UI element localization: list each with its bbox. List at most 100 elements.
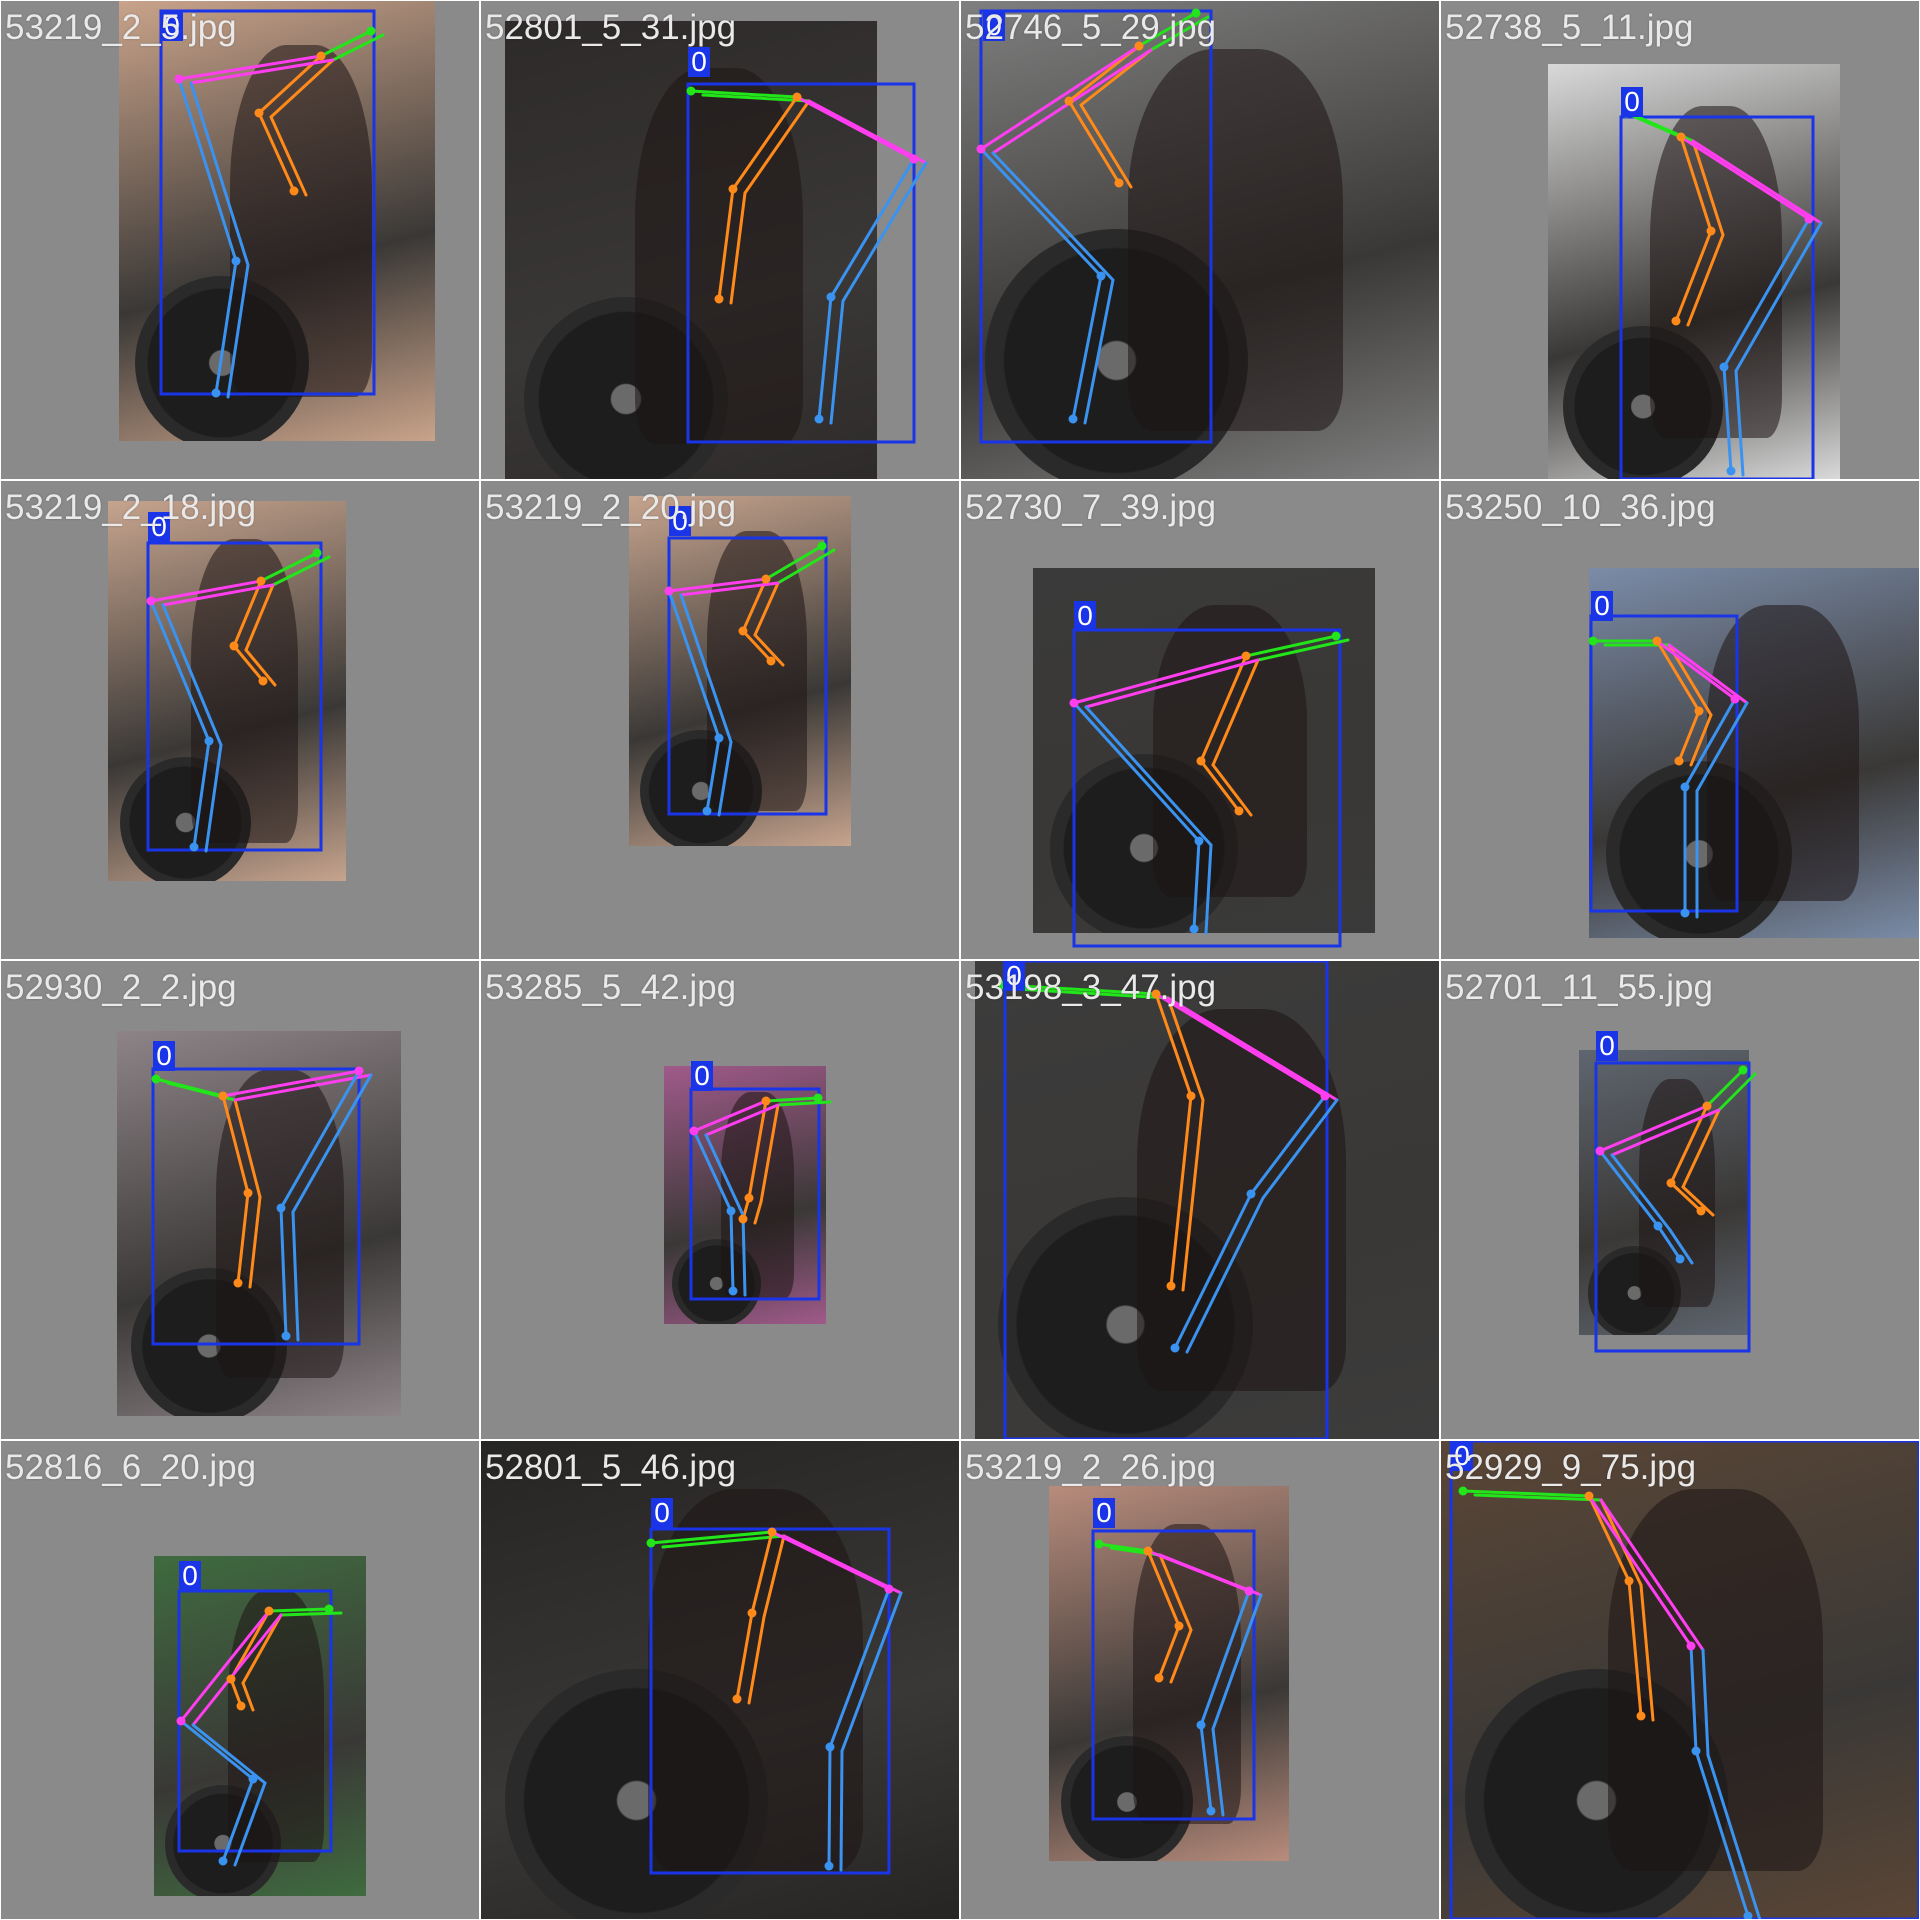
class-tag: 0 xyxy=(691,1061,713,1091)
thigh-link-pair xyxy=(1084,705,1213,847)
keypoint xyxy=(728,184,738,194)
tile-filename: 52816_6_20.jpg xyxy=(5,1448,257,1487)
torso-link-pair xyxy=(807,99,928,165)
shin-link xyxy=(192,739,211,849)
tile-filename: 53285_5_42.jpg xyxy=(485,968,737,1007)
keypoint xyxy=(1206,1806,1216,1816)
keypoint xyxy=(176,1716,186,1726)
torso-link xyxy=(795,95,916,161)
keypoint xyxy=(1691,1746,1701,1756)
forearm-link xyxy=(1669,1181,1703,1213)
keypoint xyxy=(256,576,266,586)
head-link-pair xyxy=(776,1100,832,1107)
tile-filename: 52746_5_29.jpg xyxy=(965,8,1217,47)
keypoint xyxy=(1064,96,1074,106)
keypoint xyxy=(1244,1586,1254,1596)
thigh-link xyxy=(1598,1149,1660,1228)
thigh-link-pair xyxy=(191,1723,267,1785)
shin-link xyxy=(279,1206,288,1338)
keypoint xyxy=(1696,1206,1706,1216)
pose-overlay xyxy=(1619,108,1823,479)
shin-link xyxy=(1199,1723,1213,1813)
arm-link-pair xyxy=(244,583,275,652)
torso-link xyxy=(1154,992,1327,1098)
keypoint xyxy=(814,414,824,424)
thigh-link xyxy=(1722,217,1811,369)
keypoint xyxy=(732,1694,742,1704)
mosaic-tile: 0 52801_5_46.jpg xyxy=(481,1441,959,1919)
tile-filename: 53250_10_36.jpg xyxy=(1445,488,1716,527)
bounding-box xyxy=(649,1527,891,1875)
thigh-link-pair xyxy=(1695,701,1749,793)
keypoint xyxy=(909,154,919,164)
tile-filename: 52929_9_75.jpg xyxy=(1445,1448,1697,1487)
keypoint xyxy=(1068,414,1078,424)
shin-link xyxy=(729,1209,735,1293)
keypoint xyxy=(1671,316,1681,326)
pose-overlay xyxy=(159,9,385,399)
keypoint xyxy=(354,1066,364,1076)
mosaic-tile: 0 53198_3_47.jpg xyxy=(961,961,1439,1439)
thigh-link-pair xyxy=(1701,1648,1710,1757)
forearm-link xyxy=(257,111,296,193)
keypoint xyxy=(1194,836,1204,846)
keypoint xyxy=(264,1606,274,1616)
keypoint xyxy=(686,86,696,96)
bounding-box xyxy=(146,541,323,852)
keypoint xyxy=(761,574,771,584)
thigh-link-pair xyxy=(991,151,1115,282)
keypoint xyxy=(1743,1911,1753,1919)
keypoint xyxy=(1094,1539,1104,1549)
torso-link xyxy=(770,1530,891,1591)
class-tag: 0 xyxy=(688,47,710,77)
forearm-link xyxy=(1169,1094,1193,1288)
keypoint xyxy=(747,1608,757,1618)
shin-link-pair xyxy=(204,743,223,853)
mosaic-tile: 0 52738_5_11.jpg xyxy=(1441,1,1919,479)
mosaic-tile: 0 53250_10_36.jpg xyxy=(1441,481,1919,959)
keypoint xyxy=(1676,132,1686,142)
mosaic-tile: 0 52701_11_55.jpg xyxy=(1441,961,1919,1439)
shin-link-pair xyxy=(717,740,733,817)
bounding-box xyxy=(151,1067,361,1346)
shin-link xyxy=(1071,274,1103,421)
torso-link-pair xyxy=(1166,996,1339,1102)
keypoint xyxy=(1186,1091,1196,1101)
keypoint xyxy=(646,1538,656,1548)
forearm-link xyxy=(1067,99,1121,185)
forearm-link-pair xyxy=(1079,103,1133,189)
thigh-link xyxy=(1689,1644,1698,1753)
torso-link xyxy=(1587,1494,1693,1648)
shin-link-pair xyxy=(839,1749,844,1872)
shin-link xyxy=(1694,1749,1750,1918)
torso-link-pair xyxy=(1599,1498,1705,1652)
thigh-link-pair xyxy=(1610,1153,1672,1232)
mosaic-tile: 0 52816_6_20.jpg xyxy=(1,1441,479,1919)
keypoint xyxy=(1196,1720,1206,1730)
keypoint xyxy=(1726,466,1736,476)
keypoint xyxy=(738,626,748,636)
forearm-link-pair xyxy=(753,1200,763,1225)
bounding-box xyxy=(689,1087,821,1301)
torso-link-pair xyxy=(1084,658,1260,709)
torso-link xyxy=(1072,654,1248,705)
shin-link-pair xyxy=(1211,1727,1225,1817)
pose-overlay xyxy=(998,961,1339,1439)
pose-overlay xyxy=(1594,1061,1757,1353)
keypoint xyxy=(1241,651,1251,661)
pose-overlay xyxy=(686,82,928,444)
keypoint xyxy=(1595,1146,1605,1156)
arm-link xyxy=(1587,1494,1631,1583)
keypoint xyxy=(1666,1178,1676,1188)
forearm-link-pair xyxy=(269,115,308,197)
keypoint xyxy=(189,842,199,852)
thigh-link xyxy=(829,157,916,299)
keypoint xyxy=(726,1206,736,1216)
keypoint xyxy=(1719,362,1729,372)
shin-link xyxy=(705,736,721,813)
keypoint xyxy=(1686,1641,1696,1651)
keypoint xyxy=(1069,698,1079,708)
tile-filename: 53219_2_26.jpg xyxy=(965,1448,1217,1487)
arm-link-pair xyxy=(1211,658,1260,767)
keypoint xyxy=(714,733,724,743)
